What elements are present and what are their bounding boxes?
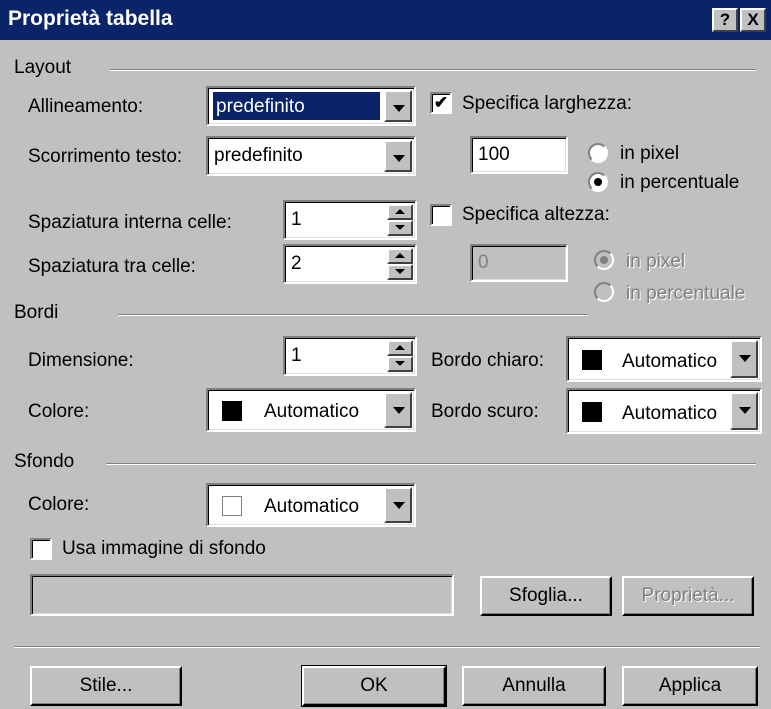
border-size-down-icon[interactable]: [387, 356, 413, 372]
background-color-swatch: [222, 496, 242, 516]
specify-width-checkbox[interactable]: ✔: [430, 92, 452, 114]
dark-border-value: Automatico: [622, 403, 718, 424]
alignment-value: predefinito: [213, 92, 380, 120]
alignment-select[interactable]: predefinito: [206, 86, 416, 126]
layout-group-divider: [110, 69, 756, 71]
alignment-dropdown-arrow-icon[interactable]: [384, 90, 412, 122]
window-title: Proprietà tabella: [8, 7, 173, 30]
light-border-value: Automatico: [622, 351, 718, 372]
height-pixel-radio: [594, 250, 614, 270]
dark-border-label: Bordo scuro:: [431, 401, 539, 422]
cell-spacing-value: 2: [291, 253, 302, 274]
cell-padding-up-icon[interactable]: [387, 204, 413, 220]
browse-button[interactable]: Sfoglia...: [480, 576, 612, 616]
cell-padding-down-icon[interactable]: [387, 220, 413, 236]
specify-height-label: Specifica altezza:: [462, 204, 610, 225]
width-percent-radio[interactable]: [588, 172, 608, 192]
height-pixel-label: in pixel: [626, 251, 686, 272]
apply-button[interactable]: Applica: [622, 666, 758, 706]
borders-group-divider: [118, 314, 588, 316]
title-bar: Proprietà tabella ? X: [0, 0, 771, 40]
cell-padding-label: Spaziatura interna celle:: [28, 212, 232, 233]
cell-spacing-down-icon[interactable]: [387, 264, 413, 280]
cancel-button[interactable]: Annulla: [462, 666, 606, 706]
ok-button[interactable]: OK: [301, 665, 447, 707]
cell-spacing-up-icon[interactable]: [387, 248, 413, 264]
dark-border-swatch: [582, 402, 602, 422]
specify-height-checkbox[interactable]: [430, 204, 452, 226]
border-color-label: Colore:: [28, 401, 90, 422]
width-pixel-radio[interactable]: [588, 143, 608, 163]
specify-width-label: Specifica larghezza:: [462, 93, 633, 114]
image-properties-button: Proprietà...: [622, 576, 754, 616]
use-background-image-label: Usa immagine di sfondo: [62, 538, 266, 559]
height-input: 0: [470, 244, 568, 282]
height-percent-radio: [594, 282, 614, 302]
use-background-image-checkbox[interactable]: [30, 538, 52, 560]
width-pixel-label: in pixel: [620, 143, 680, 164]
light-border-select[interactable]: Automatico: [566, 336, 762, 382]
background-image-path-input: [30, 574, 454, 616]
height-value: 0: [478, 252, 489, 273]
dark-border-dropdown-arrow-icon[interactable]: [730, 392, 758, 430]
text-wrap-select[interactable]: predefinito: [206, 136, 416, 176]
width-value: 100: [478, 144, 510, 165]
cell-spacing-spinner[interactable]: 2: [283, 244, 417, 284]
footer-divider: [14, 646, 760, 648]
help-button[interactable]: ?: [712, 8, 738, 32]
alignment-label: Allineamento:: [28, 96, 144, 117]
background-group-label: Sfondo: [14, 451, 75, 472]
border-size-label: Dimensione:: [28, 350, 134, 371]
background-color-select[interactable]: Automatico: [206, 483, 416, 527]
background-color-label: Colore:: [28, 494, 90, 515]
background-group-divider: [106, 463, 756, 465]
layout-group-label: Layout: [14, 57, 72, 78]
style-button[interactable]: Stile...: [30, 666, 182, 706]
text-wrap-dropdown-arrow-icon[interactable]: [384, 140, 412, 172]
dark-border-select[interactable]: Automatico: [566, 388, 762, 434]
borders-group-label: Bordi: [14, 302, 59, 323]
light-border-swatch: [582, 350, 602, 370]
background-color-value: Automatico: [264, 496, 360, 517]
text-wrap-value: predefinito: [214, 145, 303, 166]
border-color-dropdown-arrow-icon[interactable]: [384, 392, 412, 428]
text-wrap-label: Scorrimento testo:: [28, 146, 183, 167]
light-border-dropdown-arrow-icon[interactable]: [730, 340, 758, 378]
border-size-value: 1: [291, 345, 302, 366]
border-color-swatch: [222, 401, 242, 421]
light-border-label: Bordo chiaro:: [431, 350, 545, 371]
height-percent-label: in percentuale: [626, 283, 746, 304]
width-input[interactable]: 100: [470, 136, 568, 174]
border-size-spinner[interactable]: 1: [283, 336, 417, 376]
cell-padding-spinner[interactable]: 1: [283, 200, 417, 240]
background-color-dropdown-arrow-icon[interactable]: [384, 487, 412, 523]
width-percent-label: in percentuale: [620, 172, 740, 193]
border-size-up-icon[interactable]: [387, 340, 413, 356]
close-button[interactable]: X: [740, 8, 766, 32]
cell-spacing-label: Spaziatura tra celle:: [28, 256, 196, 277]
border-color-value: Automatico: [264, 401, 360, 422]
cell-padding-value: 1: [291, 209, 302, 230]
border-color-select[interactable]: Automatico: [206, 388, 416, 432]
